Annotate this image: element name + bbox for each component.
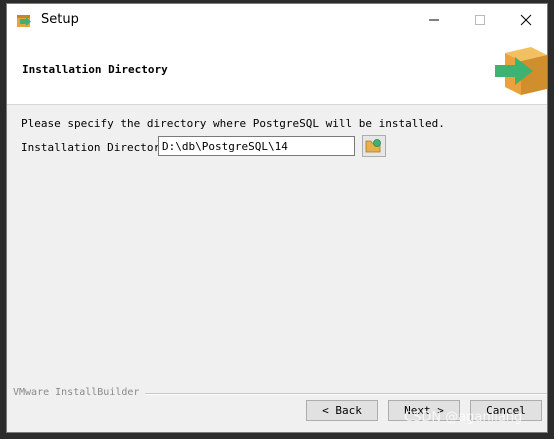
page-header: Installation Directory xyxy=(7,36,547,105)
minimize-icon xyxy=(429,19,439,21)
window-title: Setup xyxy=(41,12,79,27)
title-bar: Setup xyxy=(7,4,547,36)
close-icon xyxy=(520,14,532,26)
page-title: Installation Directory xyxy=(22,63,168,76)
maximize-icon xyxy=(475,15,485,25)
setup-app-icon xyxy=(15,12,33,28)
directory-description: Please specify the directory where Postg… xyxy=(21,117,445,130)
maximize-button[interactable] xyxy=(457,4,503,36)
directory-input[interactable] xyxy=(158,136,355,156)
installbuilder-brand: VMware InstallBuilder xyxy=(13,387,140,398)
setup-window: Setup Installation Directory Please spec… xyxy=(6,3,548,433)
minimize-button[interactable] xyxy=(411,4,457,36)
back-button[interactable]: < Back xyxy=(306,400,378,421)
close-button[interactable] xyxy=(503,4,547,36)
csdn-watermark: CSDN @aganliang xyxy=(404,410,523,425)
footer-divider xyxy=(145,393,547,395)
installer-box-arrow-icon xyxy=(491,41,547,97)
browse-button[interactable] xyxy=(362,135,386,157)
folder-browse-icon xyxy=(365,139,381,153)
directory-label: Installation Directory xyxy=(21,141,167,154)
